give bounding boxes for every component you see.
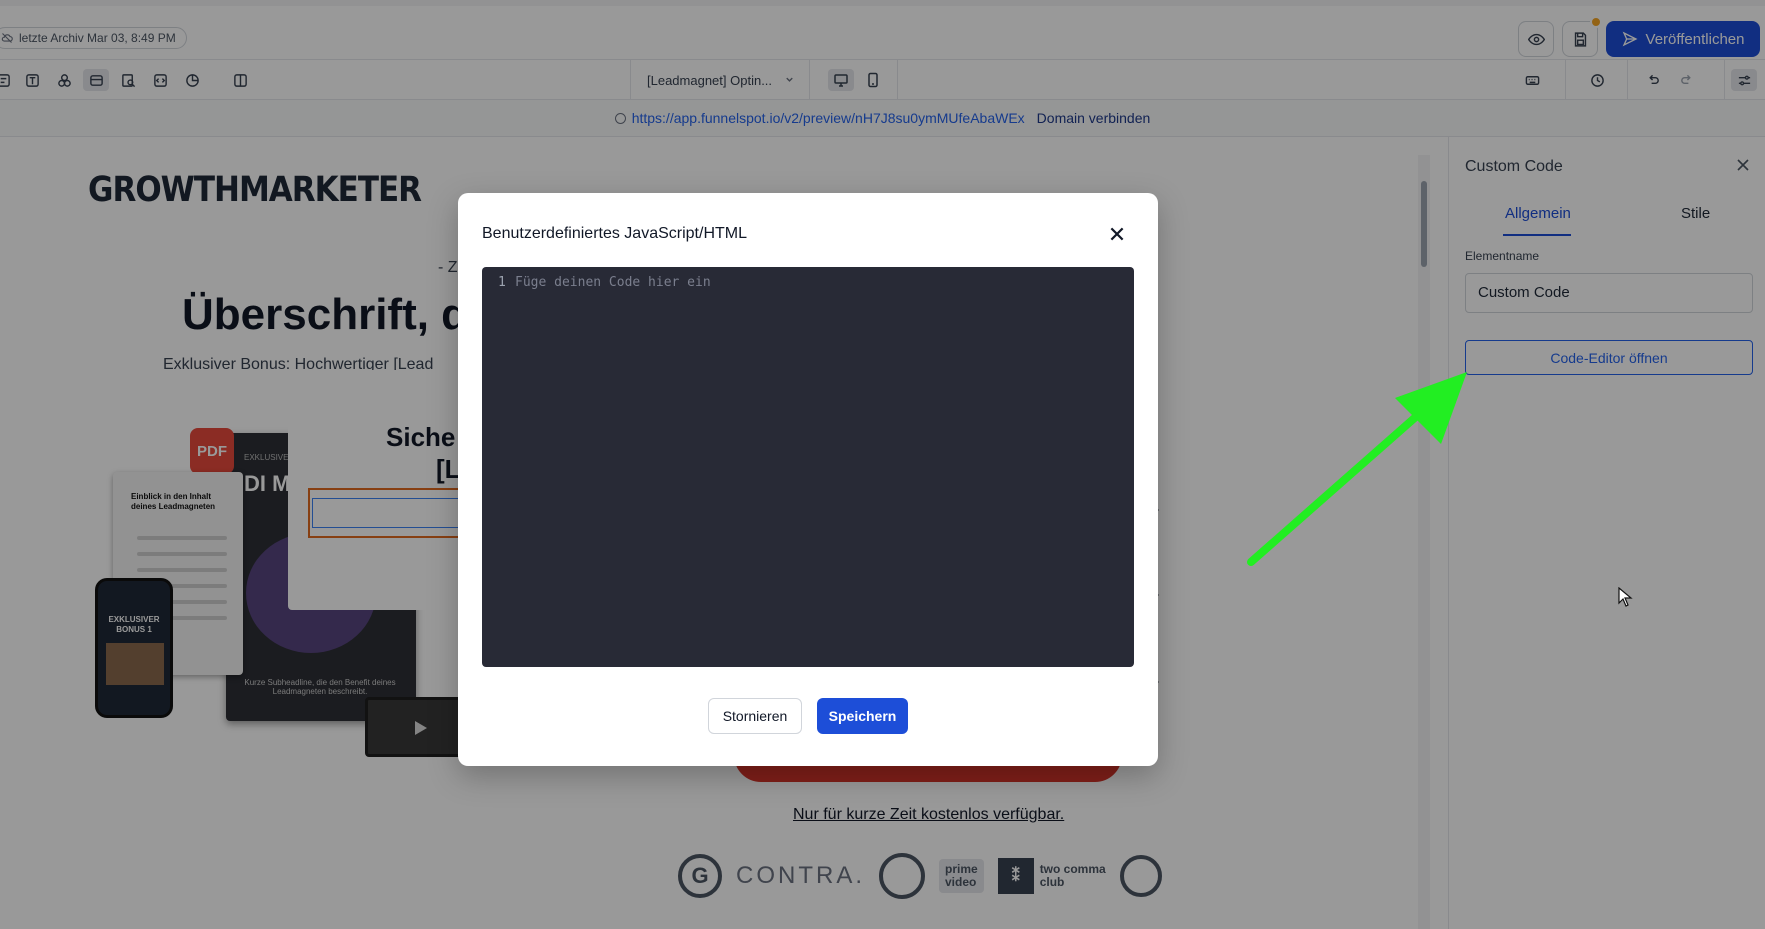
- modal-title: Benutzerdefiniertes JavaScript/HTML: [482, 225, 747, 242]
- cancel-button[interactable]: Stornieren: [708, 698, 802, 734]
- editor-placeholder: Füge deinen Code hier ein: [515, 275, 711, 290]
- editor-line-number: 1: [498, 275, 506, 290]
- code-editor[interactable]: 1 Füge deinen Code hier ein: [482, 267, 1134, 667]
- mouse-cursor-icon: [1618, 587, 1633, 607]
- save-code-button[interactable]: Speichern: [817, 698, 908, 734]
- annotation-arrow-icon: [1247, 372, 1467, 566]
- custom-code-modal: Benutzerdefiniertes JavaScript/HTML 1 Fü…: [458, 193, 1158, 766]
- close-icon[interactable]: [1108, 225, 1126, 243]
